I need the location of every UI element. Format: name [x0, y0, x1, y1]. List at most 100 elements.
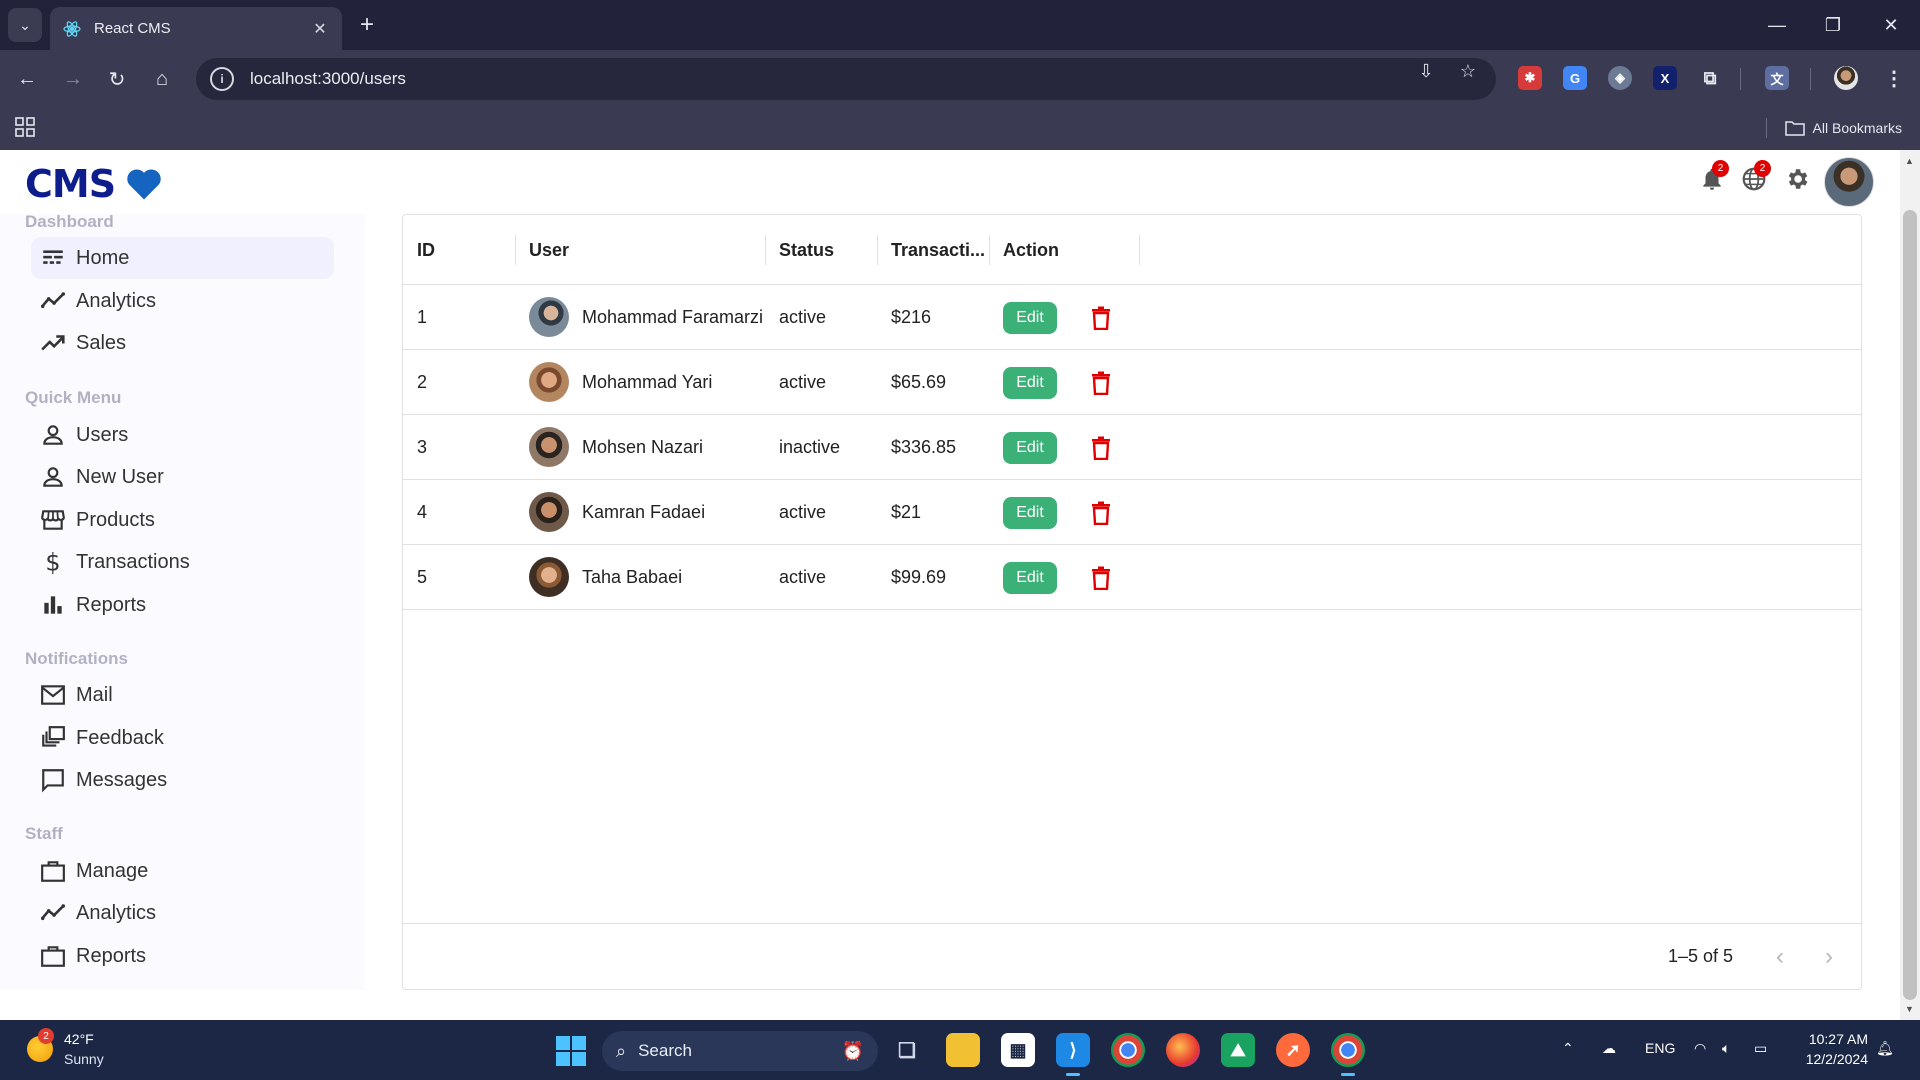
- sidebar-item-analytics[interactable]: Analytics: [31, 280, 334, 322]
- translate-page-icon[interactable]: 文: [1765, 66, 1789, 90]
- edit-button[interactable]: Edit: [1003, 562, 1057, 594]
- bookmarks-divider: [1765, 118, 1767, 138]
- extensions-puzzle-icon[interactable]: ⧉: [1698, 66, 1722, 90]
- user-avatar[interactable]: [1824, 157, 1874, 207]
- sidebar-item-home[interactable]: Home: [31, 237, 334, 279]
- green-app-icon[interactable]: ⛰: [1221, 1033, 1255, 1067]
- sidebar-item-label: Reports: [76, 593, 147, 616]
- google-translate-icon[interactable]: G: [1563, 66, 1587, 90]
- sidebar-item-reports[interactable]: Reports: [31, 584, 334, 626]
- edit-button[interactable]: Edit: [1003, 497, 1057, 529]
- profile-avatar[interactable]: [1834, 66, 1858, 90]
- home-icon[interactable]: ⌂: [147, 64, 177, 94]
- battery-icon[interactable]: ▭: [1754, 1040, 1767, 1057]
- next-page-icon[interactable]: ›: [1814, 942, 1844, 972]
- sidebar-item-new-user[interactable]: New User: [31, 456, 334, 498]
- wifi-icon[interactable]: ◠: [1694, 1040, 1706, 1057]
- sidebar-item-feedback[interactable]: Feedback: [31, 717, 334, 759]
- sidebar-item-users[interactable]: Users: [31, 414, 334, 456]
- site-info-icon[interactable]: i: [210, 67, 234, 91]
- column-header-transaction[interactable]: Transacti...: [877, 215, 989, 285]
- install-app-icon[interactable]: ⇩: [1414, 59, 1438, 83]
- weather-badge: 2: [38, 1028, 54, 1044]
- shield-extension-icon[interactable]: ◈: [1608, 66, 1632, 90]
- microsoft-store-icon[interactable]: ▦: [1001, 1033, 1035, 1067]
- tab-close-icon[interactable]: ✕: [310, 19, 330, 39]
- settings-button[interactable]: [1780, 162, 1814, 196]
- new-tab-button[interactable]: +: [352, 10, 382, 40]
- column-header-status[interactable]: Status: [765, 215, 877, 285]
- chrome-icon[interactable]: [1111, 1033, 1145, 1067]
- vscode-icon[interactable]: ⟩: [1056, 1033, 1090, 1076]
- sidebar-item-label: Transactions: [76, 550, 190, 573]
- notifications-button[interactable]: 2: [1695, 160, 1729, 196]
- column-header-user[interactable]: User: [515, 215, 765, 285]
- sidebar-item-products[interactable]: Products: [31, 499, 334, 541]
- page-scrollbar[interactable]: ▲ ▼: [1900, 150, 1920, 1020]
- sidebar-section-quick-menu: Quick Menu: [25, 388, 122, 407]
- language-indicator[interactable]: ENG: [1645, 1040, 1675, 1056]
- all-bookmarks-button[interactable]: All Bookmarks: [1765, 118, 1902, 138]
- delete-icon[interactable]: [1087, 498, 1115, 528]
- chrome-active-icon[interactable]: [1331, 1033, 1365, 1076]
- sidebar-item-transactions[interactable]: $ Transactions: [31, 541, 334, 583]
- minimize-icon[interactable]: —: [1762, 10, 1792, 40]
- scroll-down-icon[interactable]: ▼: [1905, 1004, 1914, 1014]
- x-extension-icon[interactable]: X: [1653, 66, 1677, 90]
- scrollbar-thumb[interactable]: [1903, 210, 1917, 1000]
- delete-icon[interactable]: [1087, 563, 1115, 593]
- cell-status: active: [779, 501, 827, 522]
- language-badge: 2: [1754, 160, 1771, 177]
- taskbar-search[interactable]: ⌕ Search ⏰: [602, 1031, 878, 1071]
- table-row[interactable]: 3 Mohsen Nazari inactive $336.85 Edit: [403, 415, 1861, 480]
- forward-icon[interactable]: →: [58, 64, 88, 94]
- back-icon[interactable]: ←: [12, 64, 42, 94]
- postman-icon[interactable]: ➚: [1276, 1033, 1310, 1067]
- sidebar-item-manage[interactable]: Manage: [31, 850, 334, 892]
- sidebar-item-staff-analytics[interactable]: Analytics: [31, 892, 334, 934]
- column-header-action[interactable]: Action: [989, 215, 1139, 285]
- table-row[interactable]: 5 Taha Babaei active $99.69 Edit: [403, 545, 1861, 610]
- file-explorer-icon[interactable]: [946, 1033, 980, 1067]
- app-logo[interactable]: CMS: [25, 162, 163, 206]
- table-row[interactable]: 2 Mohammad Yari active $65.69 Edit: [403, 350, 1861, 415]
- edit-button[interactable]: Edit: [1003, 432, 1057, 464]
- scroll-up-icon[interactable]: ▲: [1905, 156, 1914, 166]
- column-separator[interactable]: [1139, 235, 1140, 265]
- restore-icon[interactable]: ❐: [1818, 10, 1848, 40]
- tray-overflow-icon[interactable]: ⌃: [1562, 1040, 1574, 1057]
- clock-time[interactable]: 10:27 AM: [1809, 1031, 1868, 1047]
- table-row[interactable]: 1 Mohammad Faramarzi active $216 Edit: [403, 285, 1861, 350]
- browser-menu-icon[interactable]: ⋮: [1882, 66, 1906, 90]
- delete-icon[interactable]: [1087, 303, 1115, 333]
- previous-page-icon[interactable]: ‹: [1765, 942, 1795, 972]
- address-bar[interactable]: i localhost:3000/users: [196, 58, 1496, 100]
- delete-icon[interactable]: [1087, 368, 1115, 398]
- column-header-id[interactable]: ID: [403, 215, 515, 285]
- sidebar-item-messages[interactable]: Messages: [31, 759, 334, 801]
- firefox-icon[interactable]: [1166, 1033, 1200, 1067]
- sidebar-item-mail[interactable]: Mail: [31, 674, 334, 716]
- notification-center-icon[interactable]: 🔔︎: [1876, 1040, 1894, 1057]
- sidebar-item-staff-reports[interactable]: Reports: [31, 935, 334, 977]
- browser-tab[interactable]: React CMS ✕: [50, 7, 342, 50]
- weather-condition[interactable]: Sunny: [64, 1051, 104, 1067]
- task-view-icon[interactable]: ❏: [890, 1033, 924, 1067]
- tab-search-button[interactable]: ⌄: [8, 8, 42, 42]
- extension-red-icon[interactable]: ✱: [1518, 66, 1542, 90]
- sidebar-item-sales[interactable]: Sales: [31, 322, 334, 364]
- apps-grid-icon[interactable]: [14, 116, 36, 138]
- onedrive-cloud-icon[interactable]: ☁: [1602, 1040, 1616, 1057]
- edit-button[interactable]: Edit: [1003, 367, 1057, 399]
- window-close-icon[interactable]: ✕: [1876, 10, 1906, 40]
- edit-button[interactable]: Edit: [1003, 302, 1057, 334]
- language-button[interactable]: 2: [1737, 160, 1771, 196]
- bookmark-star-icon[interactable]: ☆: [1456, 59, 1480, 83]
- volume-icon[interactable]: 🔈︎: [1722, 1040, 1730, 1057]
- weather-temperature[interactable]: 42°F: [64, 1031, 94, 1047]
- clock-date[interactable]: 12/2/2024: [1806, 1051, 1868, 1067]
- reload-icon[interactable]: ↻: [102, 64, 132, 94]
- windows-start-icon[interactable]: [556, 1036, 586, 1066]
- delete-icon[interactable]: [1087, 433, 1115, 463]
- table-row[interactable]: 4 Kamran Fadaei active $21 Edit: [403, 480, 1861, 545]
